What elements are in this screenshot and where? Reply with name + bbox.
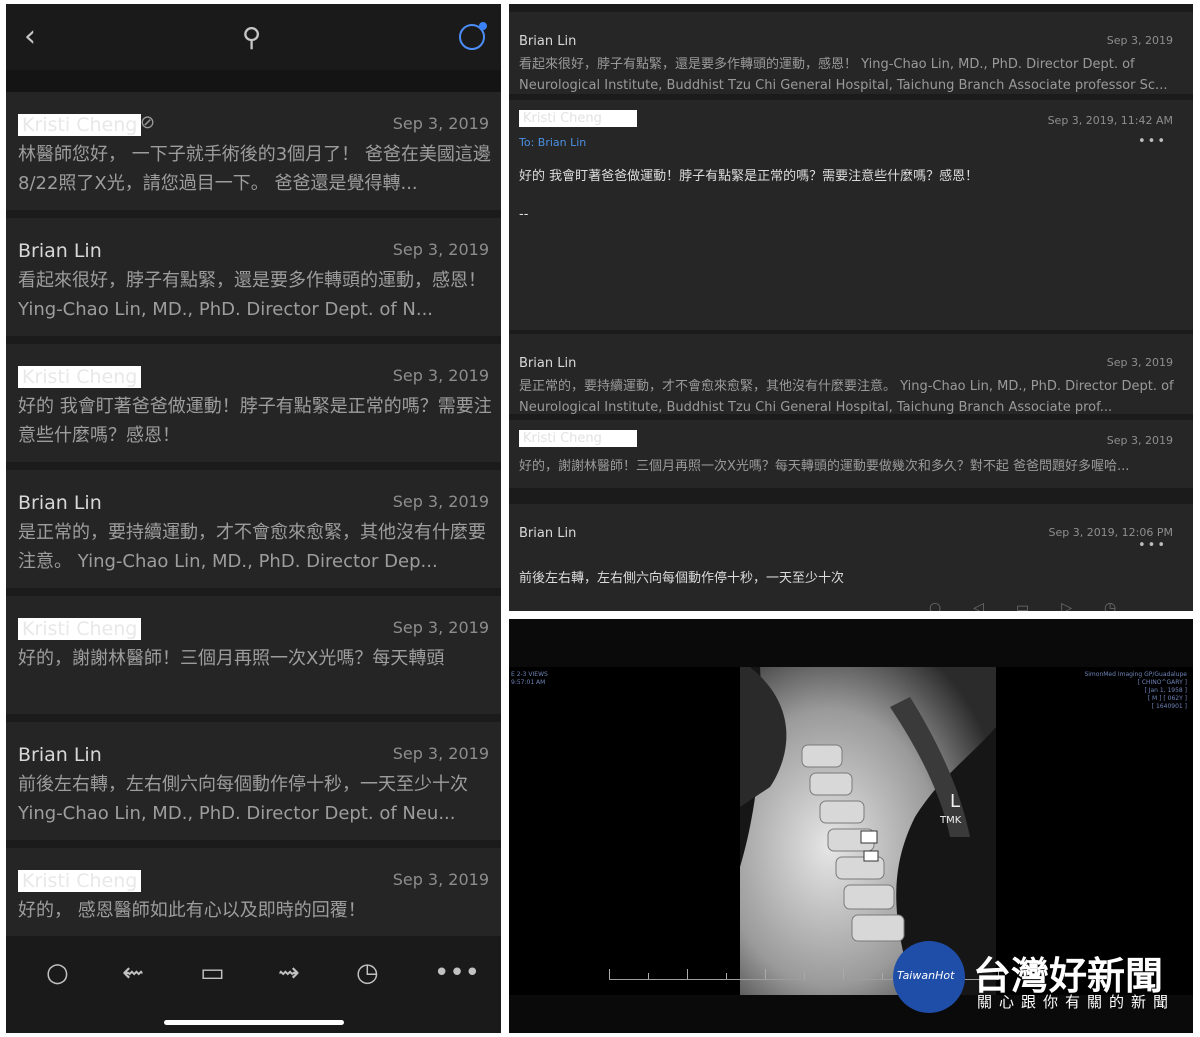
pin-icon[interactable]: ⚲: [242, 25, 261, 51]
message-preview: 看起來很好，脖子有點緊，還是要多作轉頭的運動，感恩！ Ying-Chao Lin…: [519, 57, 1168, 93]
message-date: Sep 3, 2019: [392, 114, 489, 133]
patient-sex-age: [ M ] [ 062Y ]: [1147, 695, 1187, 702]
message-date: Sep 3, 2019: [392, 744, 489, 763]
account-icon[interactable]: [459, 22, 487, 50]
tech-initials: TMK: [939, 815, 962, 826]
more-icon[interactable]: •••: [434, 958, 480, 988]
ruler-tick: [726, 973, 727, 979]
message-preview: 好的， 感恩醫師如此有心以及即時的回覆！: [18, 900, 366, 921]
thread-message-expanded: Brian Lin Sep 3, 2019, 12:06 PM ••• 前後左右…: [509, 504, 1193, 611]
sender-name: Kristi Cheng: [519, 430, 637, 447]
xray-viewer: E 2-3 VIEWS 9:57:01 AM SimonMed Imaging …: [509, 619, 1193, 1033]
thread-message[interactable]: Brian Lin Sep 3, 2019 看起來很好，脖子有點緊，還是要多作轉…: [509, 12, 1193, 94]
signature-separator: --: [519, 207, 529, 222]
patient-name: [ CHINO^GARY ]: [1137, 679, 1187, 686]
message-date: Sep 3, 2019: [1106, 34, 1173, 47]
message-date: Sep 3, 2019, 11:42 AM: [1047, 114, 1173, 127]
clock-icon[interactable]: ◷: [356, 958, 379, 988]
study-info-right: SimonMed Imaging GP/Guadalupe [ CHINO^GA…: [1084, 671, 1187, 711]
sender-name: Brian Lin: [18, 744, 102, 766]
ruler-tick: [687, 969, 688, 979]
message-date: Sep 3, 2019: [392, 618, 489, 637]
ruler-tick: [804, 973, 805, 979]
list-item[interactable]: Kristi Cheng Sep 3, 2019 好的，謝謝林醫師！三個月再照一…: [6, 596, 501, 714]
message-preview: 是正常的，要持續運動，才不會愈來愈緊，其他沒有什麼要注意。 Ying-Chao …: [519, 379, 1174, 415]
message-preview: 林醫師您好， 一下子就手術後的3個月了！ 爸爸在美國這邊8/22照了X光，請您過…: [18, 144, 491, 194]
message-body: 前後左右轉，左右側六向每個動作停十秒，一天至少十次: [519, 571, 845, 586]
message-date: Sep 3, 2019: [392, 870, 489, 889]
thread-message-expanded: Kristi Cheng Sep 3, 2019, 11:42 AM To: B…: [509, 100, 1193, 330]
sender-name: Brian Lin: [519, 356, 577, 371]
side-marker: L: [950, 791, 960, 812]
message-date: Sep 3, 2019: [392, 492, 489, 511]
message-preview: 好的 我會盯著爸爸做運動！脖子有點緊是正常的嗎？需要注意些什麼嗎？感恩！: [18, 396, 492, 446]
message-date: Sep 3, 2019: [392, 240, 489, 259]
list-item[interactable]: Brian Lin Sep 3, 2019 前後左右轉，左右側六向每個動作停十秒…: [6, 722, 501, 840]
ruler-tick: [609, 969, 610, 979]
more-icon[interactable]: •••: [1138, 134, 1167, 149]
patient-id: [ 1640901 ]: [1151, 703, 1187, 710]
list-item[interactable]: Brian Lin Sep 3, 2019 看起來很好，脖子有點緊，還是要多作轉…: [6, 218, 501, 336]
home-indicator: [164, 1020, 344, 1025]
message-date: Sep 3, 2019: [392, 366, 489, 385]
sender-name: Brian Lin: [18, 492, 102, 514]
thread-message[interactable]: Kristi Cheng Sep 3, 2019 好的，謝謝林醫師！三個月再照一…: [509, 420, 1193, 488]
bottom-toolbar-partial: ○◁▭▷◷: [929, 600, 1149, 611]
more-icon[interactable]: •••: [1138, 538, 1167, 553]
sender-name: Kristi Cheng: [18, 870, 142, 892]
logo-text: TaiwanHot: [897, 969, 955, 982]
study-time: 9:57:01 AM: [511, 679, 546, 686]
ruler-tick: [843, 969, 844, 979]
sender-name: Kristi Cheng: [18, 114, 142, 136]
mail-thread-tablet: Brian Lin Sep 3, 2019 看起來很好，脖子有點緊，還是要多作轉…: [509, 4, 1193, 611]
message-preview: 好的，謝謝林醫師！三個月再照一次X光嗎？每天轉頭的運動要做幾次和多久？對不起 爸…: [519, 459, 1130, 474]
sender-name: Kristi Cheng: [519, 110, 637, 127]
recipient-line[interactable]: To: Brian Lin: [519, 136, 586, 149]
message-preview: 是正常的，要持續運動，才不會愈來愈緊，其他沒有什麼要注意。 Ying-Chao …: [18, 522, 486, 572]
sender-name: Brian Lin: [18, 240, 102, 262]
list-item[interactable]: Kristi Cheng ⊘ Sep 3, 2019 林醫師您好， 一下子就手術…: [6, 92, 501, 210]
message-preview: 前後左右轉，左右側六向每個動作停十秒，一天至少十次 Ying-Chao Lin,…: [18, 774, 468, 824]
imaging-center: SimonMed Imaging GP/Guadalupe: [1084, 671, 1187, 678]
back-icon[interactable]: ‹: [24, 22, 36, 52]
study-info-left: E 2-3 VIEWS 9:57:01 AM: [511, 671, 548, 687]
reply-icon[interactable]: ⇜: [122, 958, 144, 988]
list-item[interactable]: Kristi Cheng Sep 3, 2019 好的 我會盯著爸爸做運動！脖子…: [6, 344, 501, 462]
ruler-tick: [882, 973, 883, 979]
message-body: 好的 我會盯著爸爸做運動！脖子有點緊是正常的嗎？需要注意些什麼嗎？感恩！: [519, 169, 979, 184]
brand-tagline: 關心跟你有關的新聞: [977, 993, 1176, 1011]
sender-name: Kristi Cheng: [18, 618, 142, 640]
patient-dob: [ Jan 1, 1958 ]: [1144, 687, 1187, 694]
message-preview: 好的，謝謝林醫師！三個月再照一次X光嗎？每天轉頭: [18, 648, 445, 669]
archive-icon[interactable]: ▭: [200, 958, 225, 988]
attachment-icon: ⊘: [140, 112, 156, 133]
notification-dot: [479, 22, 487, 30]
message-date: Sep 3, 2019: [1106, 356, 1173, 369]
message-date: Sep 3, 2019: [1106, 434, 1173, 447]
mail-list-phone: ‹ ⚲ Kristi Cheng ⊘ Sep 3, 2019 林醫師您好， 一下…: [6, 4, 501, 1033]
forward-icon[interactable]: ⇝: [278, 958, 300, 988]
divider: [6, 70, 501, 92]
sender-name: Brian Lin: [519, 526, 577, 541]
ruler-tick: [765, 969, 766, 979]
sender-name: Kristi Cheng: [18, 366, 142, 388]
bottom-toolbar: ○ ⇜ ▭ ⇝ ◷ •••: [6, 936, 501, 1033]
study-view-label: E 2-3 VIEWS: [511, 671, 548, 678]
sender-name: Brian Lin: [519, 34, 577, 49]
cervical-spine-xray-image: L TMK: [740, 667, 996, 995]
list-item[interactable]: Brian Lin Sep 3, 2019 是正常的，要持續運動，才不會愈來愈緊…: [6, 470, 501, 588]
top-navigation-bar: ‹ ⚲: [6, 4, 501, 92]
message-preview: 看起來很好，脖子有點緊，還是要多作轉頭的運動，感恩！ Ying-Chao Lin…: [18, 270, 486, 320]
ruler-tick: [648, 973, 649, 979]
thread-message[interactable]: Brian Lin Sep 3, 2019 是正常的，要持續運動，才不會愈來愈緊…: [509, 334, 1193, 415]
circle-icon[interactable]: ○: [46, 958, 69, 988]
